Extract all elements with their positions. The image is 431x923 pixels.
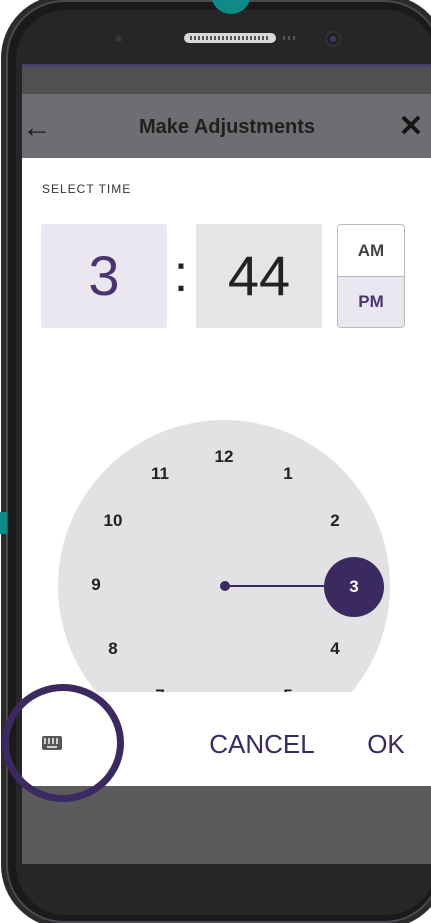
front-camera-icon: [327, 33, 339, 45]
cancel-button[interactable]: CANCEL: [192, 724, 332, 764]
side-teal-marker: [0, 512, 7, 534]
hour-field[interactable]: 3: [41, 224, 167, 328]
arrow-left-icon[interactable]: ←: [22, 111, 62, 145]
time-separator: :: [173, 245, 189, 303]
keyboard-highlight-ring: [2, 684, 124, 802]
app-header: ← Make Adjustments ✕: [22, 94, 431, 158]
clock-number-8[interactable]: 8: [98, 637, 128, 661]
clock-number-1[interactable]: 1: [273, 462, 303, 486]
clock-number-12[interactable]: 12: [209, 445, 239, 469]
clock-number-11[interactable]: 11: [145, 462, 175, 486]
close-icon[interactable]: ✕: [394, 110, 428, 144]
clock-number-3-selected[interactable]: 3: [324, 557, 384, 617]
minute-field[interactable]: 44: [196, 224, 322, 328]
clock-number-9[interactable]: 9: [81, 573, 111, 597]
pm-button[interactable]: PM: [338, 277, 404, 327]
select-time-label: SELECT TIME: [42, 182, 132, 196]
status-bar: [22, 64, 431, 97]
clock-number-10[interactable]: 10: [98, 509, 128, 533]
ok-button[interactable]: OK: [356, 724, 416, 764]
clock-number-2[interactable]: 2: [320, 509, 350, 533]
am-button[interactable]: AM: [338, 225, 404, 277]
am-pm-toggle: AM PM: [337, 224, 405, 328]
page-title: Make Adjustments: [139, 116, 315, 138]
clock-number-4[interactable]: 4: [320, 637, 350, 661]
clock-center-dot: [220, 581, 230, 591]
sensor-icon: [116, 36, 122, 42]
speaker-grille-icon: [184, 33, 276, 43]
speaker-dots-icon: [283, 36, 295, 40]
